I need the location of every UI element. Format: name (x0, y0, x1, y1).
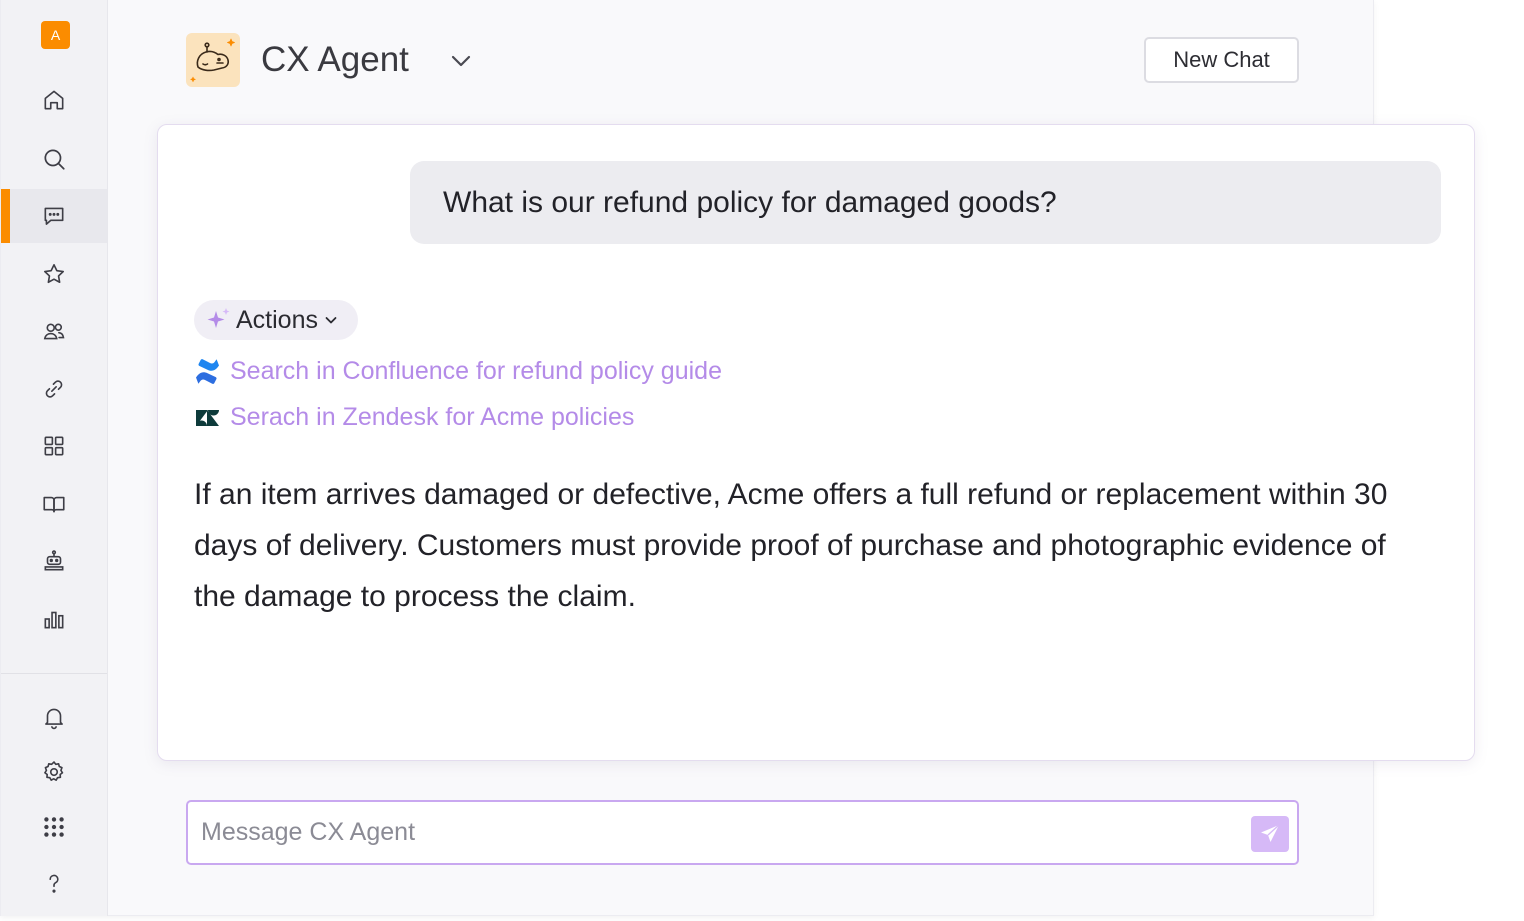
star-icon (43, 263, 65, 284)
send-icon (1261, 824, 1280, 842)
robot-icon (44, 550, 64, 571)
actions-label: Actions (236, 305, 318, 334)
sidebar: A (1, 0, 108, 916)
search-icon (44, 149, 65, 170)
action-label: Serach in Zendesk for Acme policies (230, 402, 635, 431)
sidebar-item-integrations[interactable] (1, 362, 107, 416)
sidebar-item-favorites[interactable] (1, 247, 107, 301)
avatar[interactable]: A (41, 21, 70, 49)
sidebar-item-settings[interactable] (1, 745, 107, 799)
user-message-bubble: What is our refund policy for damaged go… (410, 161, 1441, 244)
agent-bot-icon (190, 38, 235, 83)
chat-panel: What is our refund policy for damaged go… (157, 124, 1475, 761)
agent-name[interactable]: CX Agent (261, 38, 409, 82)
users-icon (43, 323, 65, 340)
agent-logo (186, 33, 240, 87)
confluence-icon (196, 358, 219, 384)
sidebar-item-people[interactable] (1, 304, 107, 358)
assistant-answer: If an item arrives damaged or defective,… (194, 478, 1388, 613)
message-input[interactable] (201, 802, 1241, 863)
home-icon (44, 90, 64, 110)
help-icon (49, 874, 59, 893)
sidebar-item-home[interactable] (1, 73, 107, 127)
sidebar-item-knowledge[interactable] (1, 477, 107, 531)
message-composer (186, 800, 1299, 865)
action-zendesk-search[interactable]: Serach in Zendesk for Acme policies (194, 401, 634, 433)
sidebar-item-help[interactable] (1, 856, 107, 910)
book-icon (43, 496, 65, 513)
gear-icon (44, 761, 64, 781)
action-confluence-search[interactable]: Search in Confluence for refund policy g… (194, 355, 722, 387)
agent-switcher-dropdown[interactable] (446, 46, 476, 76)
sidebar-item-app-launcher[interactable] (1, 800, 107, 854)
sidebar-item-notifications[interactable] (1, 690, 107, 744)
sidebar-item-chat[interactable] (1, 189, 107, 243)
apps-icon (44, 817, 64, 837)
chevron-down-icon (325, 317, 337, 324)
action-label: Search in Confluence for refund policy g… (230, 356, 722, 385)
sidebar-item-analytics[interactable] (1, 592, 107, 646)
chart-icon (44, 611, 64, 629)
sparkle-icon (207, 308, 230, 328)
sidebar-divider (1, 673, 107, 674)
sidebar-item-search[interactable] (1, 132, 107, 186)
new-chat-button[interactable]: New Chat (1144, 37, 1299, 83)
sidebar-item-agents[interactable] (1, 534, 107, 588)
link-icon (45, 380, 63, 398)
send-button[interactable] (1251, 816, 1289, 852)
chat-icon (44, 207, 64, 225)
grid-icon (44, 436, 64, 456)
chevron-down-icon (451, 55, 471, 67)
bell-icon (45, 708, 63, 730)
zendesk-icon (196, 409, 219, 426)
actions-toggle[interactable]: Actions (194, 300, 358, 340)
sidebar-item-apps[interactable] (1, 419, 107, 473)
